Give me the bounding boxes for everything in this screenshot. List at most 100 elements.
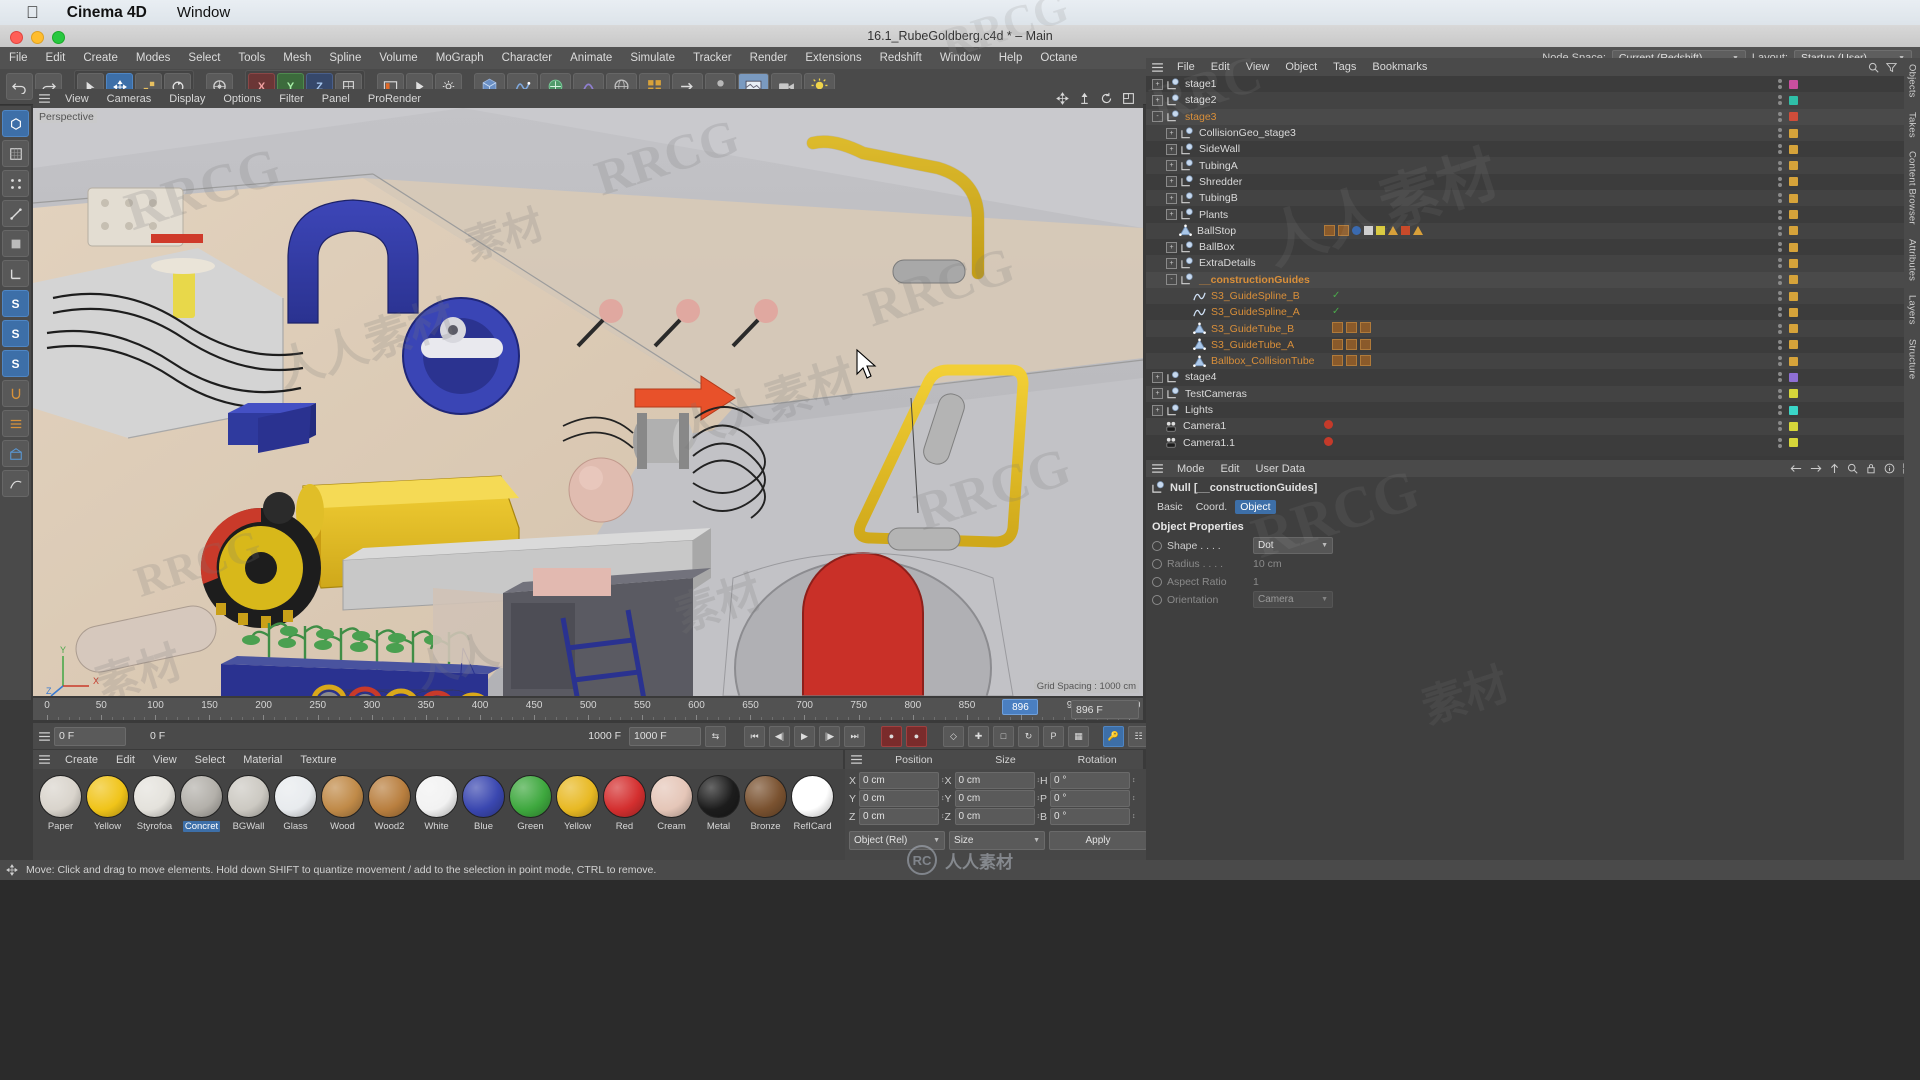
hamburger-icon[interactable] (1146, 464, 1169, 473)
material-preview-sphere[interactable] (39, 775, 82, 818)
visibility-dots[interactable] (1778, 372, 1782, 383)
object-tree-row[interactable]: + CollisionGeo_stage3 (1146, 124, 1920, 142)
object-tree-row[interactable]: + TestCameras (1146, 385, 1920, 402)
coord-rotation-field[interactable]: 0 ° (1050, 808, 1130, 825)
visibility-dots[interactable] (1778, 193, 1782, 204)
workplane-s3-button[interactable]: S (2, 350, 29, 377)
object-tag-group[interactable] (1324, 224, 1423, 236)
preview-start-field[interactable]: 0 F (146, 728, 216, 745)
menu-tools[interactable]: Tools (229, 52, 274, 64)
menu-simulate[interactable]: Simulate (621, 52, 684, 64)
hamburger-icon[interactable] (33, 755, 56, 764)
layer-color-chip[interactable] (1789, 161, 1798, 171)
menu-window[interactable]: Window (931, 52, 990, 64)
visibility-dots[interactable] (1778, 225, 1782, 236)
material-item[interactable]: RefICard (791, 775, 834, 865)
material-preview-sphere[interactable] (509, 775, 552, 818)
rotate-view-icon[interactable] (1100, 92, 1113, 105)
dock-tab[interactable]: Layers (1907, 295, 1918, 325)
record-rotation-button[interactable]: ↻ (1018, 725, 1039, 747)
object-name-label[interactable]: SideWall (1199, 143, 1240, 155)
material-name-label[interactable]: Bronze (750, 821, 780, 832)
material-preview-sphere[interactable] (462, 775, 505, 818)
tree-expand-toggle[interactable]: - (1152, 111, 1163, 123)
object-tree-row[interactable]: S3_GuideSpline_A ✓ (1146, 304, 1920, 320)
object-name-label[interactable]: stage4 (1185, 371, 1217, 383)
coord-rotation-field[interactable]: 0 ° (1050, 790, 1130, 807)
app-name-label[interactable]: Cinema 4D (67, 4, 147, 22)
menu-create[interactable]: Create (74, 52, 127, 64)
attribute-tab[interactable]: Object (1235, 500, 1276, 514)
search-icon[interactable] (1868, 62, 1879, 73)
material-item[interactable]: Paper (39, 775, 82, 865)
menu-extensions[interactable]: Extensions (796, 52, 870, 64)
material-preview-sphere[interactable] (791, 775, 834, 818)
visibility-dots[interactable] (1778, 437, 1782, 448)
layer-color-chip[interactable] (1789, 340, 1798, 350)
loop-preview-button[interactable]: ⇆ (705, 725, 726, 747)
step-forward-button[interactable]: |▶ (819, 725, 840, 747)
record-position-button[interactable]: ✚ (968, 725, 989, 747)
record-pla-button[interactable]: ▦ (1068, 725, 1089, 747)
object-tree-row[interactable]: S3_GuideTube_A (1146, 337, 1920, 353)
workplane-s1-button[interactable]: S (2, 290, 29, 317)
object-tree-row[interactable]: + stage4 (1146, 369, 1920, 385)
layer-color-chip[interactable] (1789, 275, 1798, 285)
layer-color-chip[interactable] (1789, 438, 1798, 448)
hamburger-icon[interactable] (33, 94, 56, 103)
coord-rotation-field[interactable]: 0 ° (1050, 772, 1130, 789)
material-preview-sphere[interactable] (415, 775, 458, 818)
om-menu-view[interactable]: View (1238, 61, 1278, 73)
timeline-playhead[interactable]: 896 (1002, 699, 1039, 715)
am-menu-mode[interactable]: Mode (1169, 463, 1213, 475)
tree-expand-toggle[interactable]: + (1152, 388, 1163, 400)
visibility-dots[interactable] (1778, 274, 1782, 285)
visibility-dots[interactable] (1778, 405, 1782, 416)
tree-expand-toggle[interactable]: - (1166, 274, 1177, 286)
object-tree-row[interactable]: + Plants (1146, 206, 1920, 222)
forward-arrow-icon[interactable] (1810, 464, 1822, 473)
material-preview-sphere[interactable] (321, 775, 364, 818)
property-animate-dot[interactable] (1152, 576, 1162, 587)
material-item[interactable]: Cream (650, 775, 693, 865)
material-preview-sphere[interactable] (274, 775, 317, 818)
property-animate-dot[interactable] (1152, 558, 1162, 569)
material-item[interactable]: Wood (321, 775, 364, 865)
material-item[interactable]: Glass (274, 775, 317, 865)
material-name-label[interactable]: Yellow (564, 821, 591, 832)
attribute-tab[interactable]: Basic (1152, 500, 1188, 514)
visibility-dots[interactable] (1778, 421, 1782, 432)
object-tag-group[interactable] (1324, 436, 1333, 446)
stepper-icon[interactable]: ↕ (1132, 777, 1136, 784)
material-name-label[interactable]: RefICard (793, 821, 831, 832)
layer-color-chip[interactable] (1789, 307, 1798, 317)
timeline-ruler[interactable]: 0 50 100 150 200 250 300 350 400 450 500 550 600 650 7… (33, 698, 1143, 720)
menu-animate[interactable]: Animate (561, 52, 621, 64)
record-button[interactable]: ● (906, 725, 927, 747)
object-tree-row[interactable]: - __constructionGuides (1146, 271, 1920, 288)
layer-color-chip[interactable] (1789, 242, 1798, 252)
visibility-dots[interactable] (1778, 339, 1782, 350)
minimize-button[interactable] (31, 31, 44, 44)
hamburger-icon[interactable] (39, 731, 50, 741)
menu-file[interactable]: File (0, 52, 37, 64)
visibility-dots[interactable] (1778, 242, 1782, 253)
object-tag-group[interactable] (1332, 338, 1371, 350)
coord-size-field[interactable]: 0 cm (954, 790, 1035, 807)
object-name-label[interactable]: stage3 (1185, 111, 1217, 123)
menu-spline[interactable]: Spline (320, 52, 370, 64)
material-preview-sphere[interactable] (556, 775, 599, 818)
menu-render[interactable]: Render (741, 52, 797, 64)
om-menu-edit[interactable]: Edit (1203, 61, 1238, 73)
object-name-label[interactable]: ExtraDetails (1199, 257, 1256, 269)
object-tag-group[interactable] (1332, 355, 1371, 367)
material-name-label[interactable]: Wood (330, 821, 355, 832)
visibility-dots[interactable] (1778, 95, 1782, 106)
object-tree-row[interactable]: + TubingA (1146, 157, 1920, 174)
visibility-dots[interactable] (1778, 307, 1782, 318)
material-name-label[interactable]: Glass (283, 821, 307, 832)
object-name-label[interactable]: S3_GuideSpline_B (1211, 290, 1300, 302)
model-mode-button[interactable] (2, 110, 29, 137)
material-name-label[interactable]: Yellow (94, 821, 121, 832)
visibility-dots[interactable] (1778, 388, 1782, 399)
